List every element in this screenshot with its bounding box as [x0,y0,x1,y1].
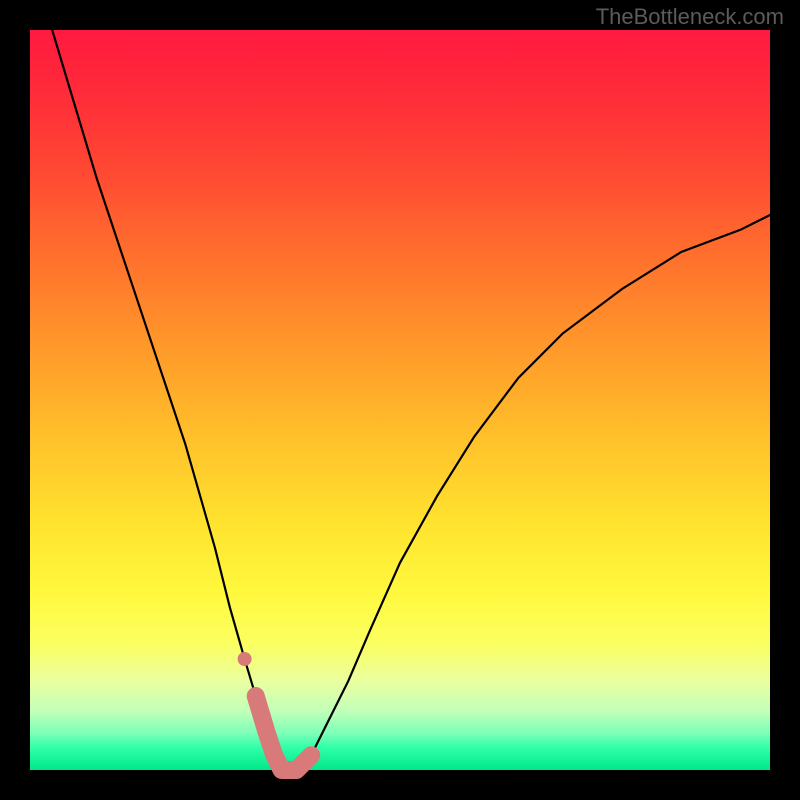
bottleneck-curve [52,30,770,770]
chart-root: TheBottleneck.com [0,0,800,800]
plot-area [30,30,770,770]
watermark-text: TheBottleneck.com [596,4,784,30]
highlight-dot [238,652,252,666]
curve-layer [30,30,770,770]
highlight-band [256,696,312,770]
